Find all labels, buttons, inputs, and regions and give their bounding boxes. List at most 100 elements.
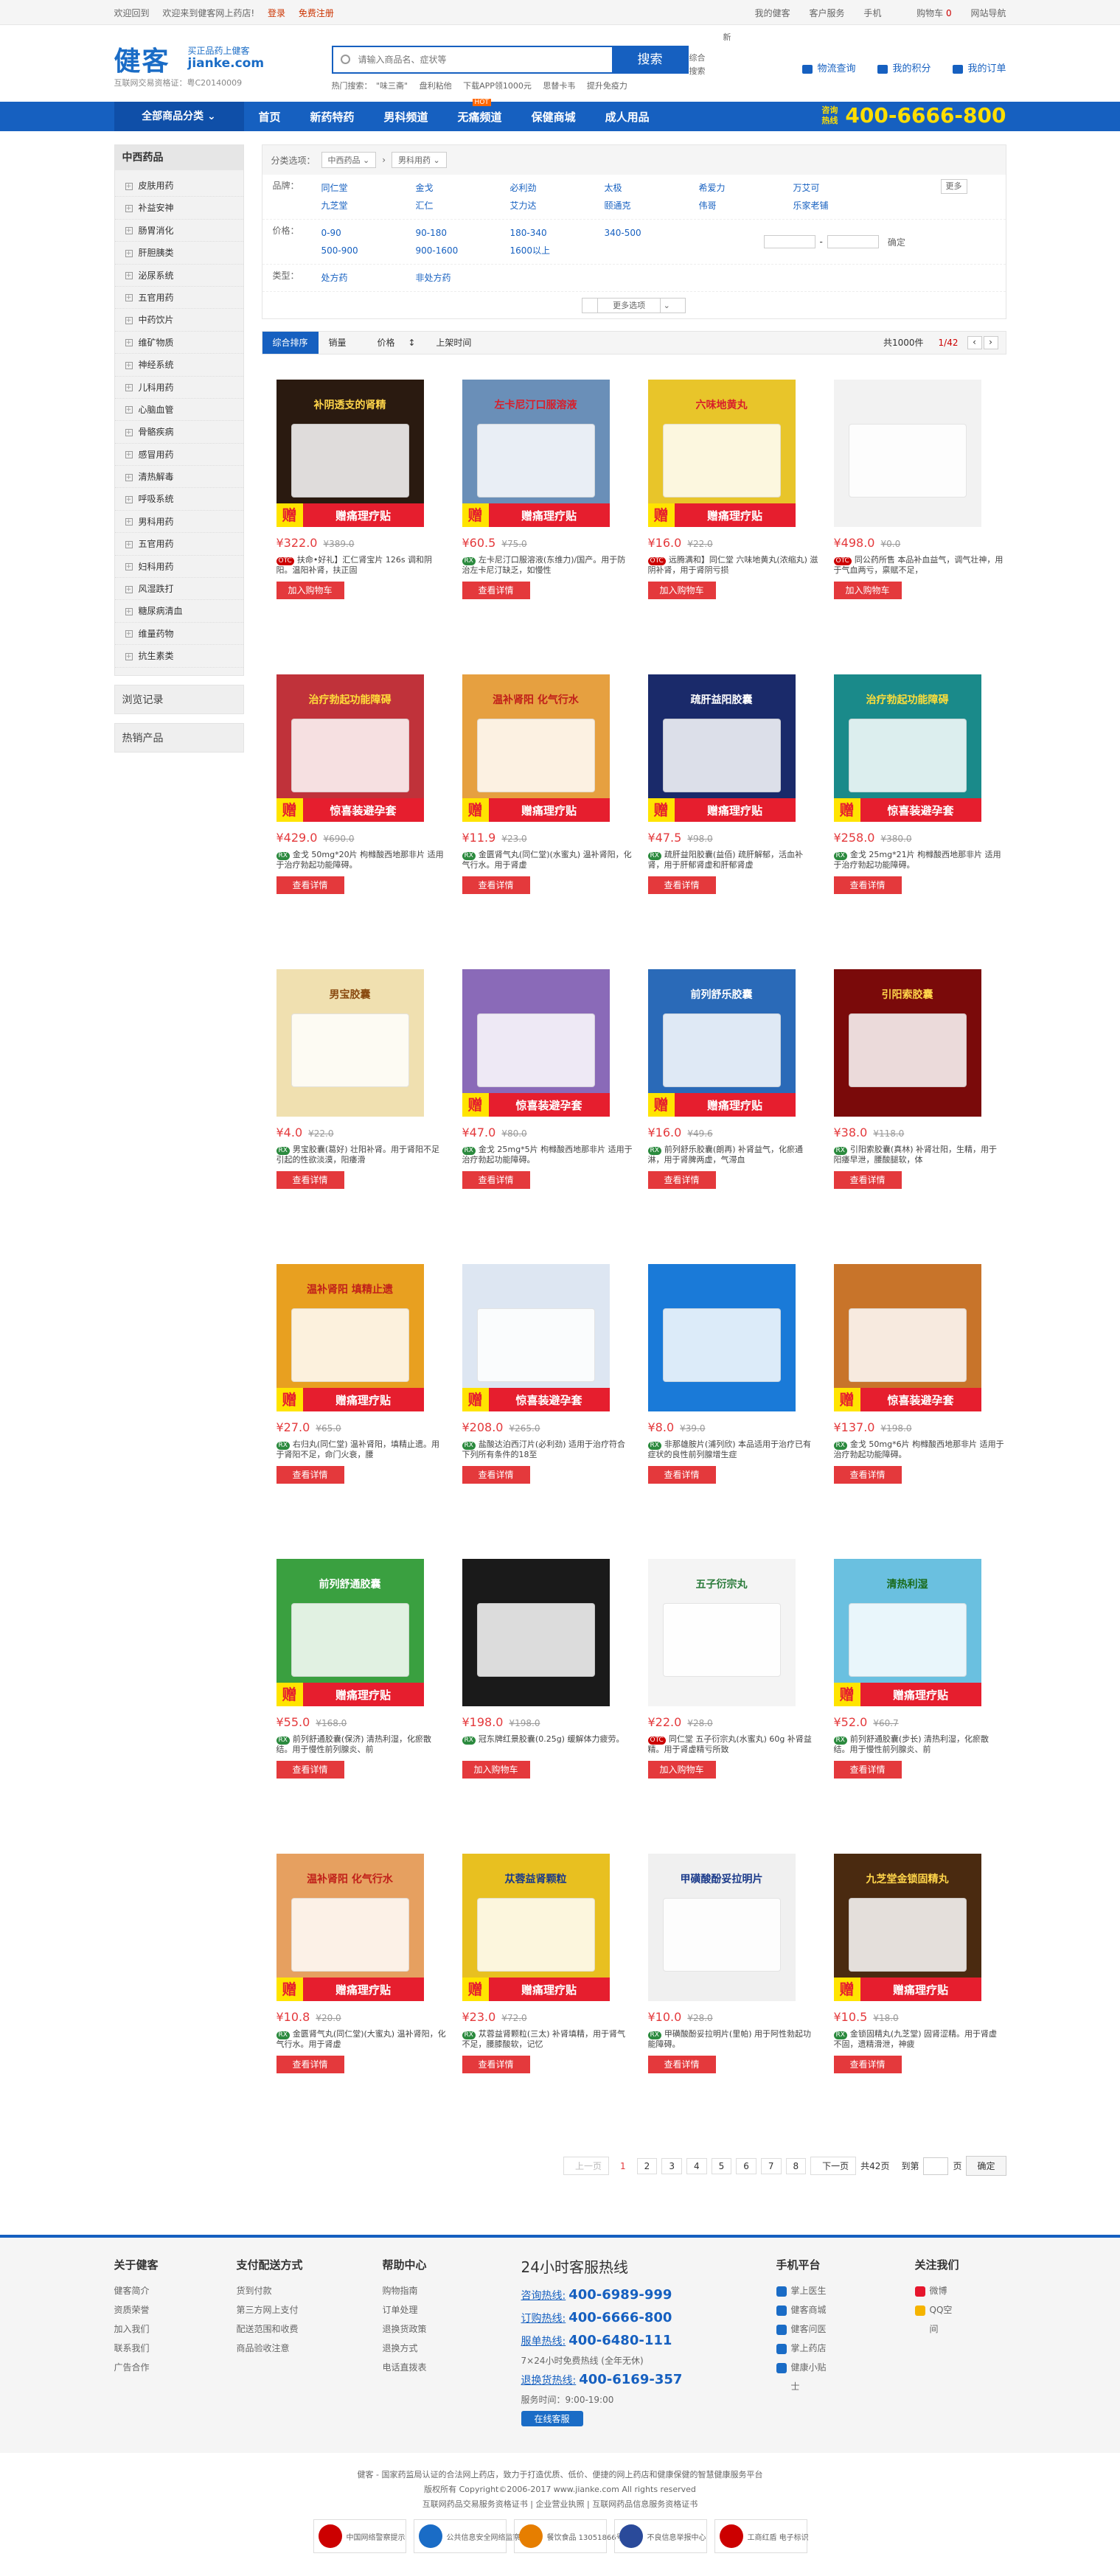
product-description[interactable]: RX 引阳索胶囊(真林) 补肾壮阳，生精，用于阳痿早泄，腰酸腿软，体 bbox=[833, 1145, 1005, 1165]
product-description[interactable]: RX 苁蓉益肾颗粒(三太) 补肾填精，用于肾气不足，腰膝酸软，记忆 bbox=[462, 2029, 633, 2050]
hot-search-item[interactable]: 下载APP领1000元 bbox=[463, 81, 532, 91]
product-description[interactable]: OTC 扶命•好礼】汇仁肾宝片 126s 调和阴阳。温阳补肾，扶正固 bbox=[276, 555, 448, 576]
product-action-button[interactable]: 加入购物车 bbox=[647, 582, 716, 599]
product-image[interactable]: 温补肾阳 填精止遗赠赠痛理疗贴 bbox=[276, 1264, 424, 1411]
footer-link[interactable]: 资质荣誉 bbox=[114, 2300, 159, 2320]
type-option[interactable]: 处方药 bbox=[321, 269, 416, 287]
sidebar-category-item[interactable]: + 补益安神 bbox=[114, 197, 243, 220]
footer-link[interactable]: 货到付款 bbox=[237, 2281, 303, 2300]
customer-service-link[interactable]: 客户服务 bbox=[809, 8, 844, 18]
pager-next[interactable]: 下一页 bbox=[810, 2157, 857, 2175]
product-image[interactable] bbox=[833, 380, 981, 527]
product-image[interactable]: 左卡尼汀口服溶液赠赠痛理疗贴 bbox=[462, 380, 610, 527]
sidebar-category-item[interactable]: + 儿科用药 bbox=[114, 377, 243, 399]
brand-option[interactable]: 希爱力 bbox=[699, 179, 793, 197]
product-description[interactable]: RX 金戈 25mg*5片 枸橼酸西地那非片 适用于治疗勃起功能障碍。 bbox=[462, 1145, 633, 1165]
product-image[interactable]: 男宝胶囊 bbox=[276, 969, 424, 1117]
register-link[interactable]: 免费注册 bbox=[299, 8, 334, 18]
product-description[interactable]: RX 前列舒通胶囊(保济) 清热利湿，化瘀散结。用于慢性前列腺炎、前 bbox=[276, 1734, 448, 1755]
product-action-button[interactable]: 查看详情 bbox=[833, 1466, 902, 1484]
price-option[interactable]: 90-180 bbox=[416, 224, 510, 242]
sidebar-category-item[interactable]: + 感冒用药 bbox=[114, 444, 243, 467]
type-option[interactable]: 非处方药 bbox=[416, 269, 510, 287]
product-description[interactable]: RX 男宝胶囊(葛好) 壮阳补肾。用于肾阳不足引起的性欲淡漠，阳痿滑 bbox=[276, 1145, 448, 1165]
product-action-button[interactable]: 查看详情 bbox=[833, 2056, 902, 2073]
sidebar-category-item[interactable]: + 男科用药 bbox=[114, 511, 243, 534]
product-description[interactable]: RX 疏肝益阳胶囊(益佰) 疏肝解郁，活血补肾，用于肝郁肾虚和肝郁肾虚 bbox=[647, 850, 819, 870]
price-option[interactable]: 1600以上 bbox=[510, 242, 605, 259]
footer-link[interactable]: 退换方式 bbox=[383, 2339, 427, 2358]
price-option[interactable]: 500-900 bbox=[321, 242, 416, 259]
sidebar-category-item[interactable]: + 呼吸系统 bbox=[114, 488, 243, 511]
product-image[interactable]: 九芝堂金锁固精丸赠赠痛理疗贴 bbox=[833, 1854, 981, 2001]
product-action-button[interactable]: 查看详情 bbox=[276, 1761, 344, 1779]
footer-link[interactable]: 订单处理 bbox=[383, 2300, 427, 2320]
nav-adult[interactable]: 成人用品 bbox=[591, 109, 664, 125]
sidebar-category-item[interactable]: + 风湿跌打 bbox=[114, 578, 243, 601]
sidebar-category-item[interactable]: + 肠胃消化 bbox=[114, 220, 243, 242]
product-description[interactable]: OTC 远腾满和】同仁堂 六味地黄丸(浓缩丸) 滋阴补肾，用于肾阴亏损 bbox=[647, 555, 819, 576]
sidebar-category-item[interactable]: + 维量药物 bbox=[114, 623, 243, 646]
product-image[interactable] bbox=[462, 1559, 610, 1706]
app-link[interactable]: 健客商城 bbox=[776, 2300, 827, 2320]
trust-badge[interactable]: 中国网络警察提示 bbox=[313, 2519, 406, 2553]
nav-new-drugs[interactable]: 新药特药 bbox=[296, 109, 369, 125]
pager-page[interactable]: 8 bbox=[785, 2157, 807, 2174]
brand-option[interactable]: 颐通克 bbox=[605, 197, 699, 214]
product-description[interactable]: OTC 同仁堂 五子衍宗丸(水蜜丸) 60g 补肾益精。用于肾虚精亏所致 bbox=[647, 1734, 819, 1755]
search-input[interactable] bbox=[331, 46, 612, 74]
price-option[interactable]: 180-340 bbox=[510, 224, 605, 242]
brand-option[interactable]: 金戈 bbox=[416, 179, 510, 197]
product-action-button[interactable]: 查看详情 bbox=[647, 2056, 716, 2073]
app-link[interactable]: 健客问医 bbox=[776, 2320, 827, 2339]
product-description[interactable]: RX 前列舒乐胶囊(朗再) 补肾益气，化瘀通淋，用于肾脾两虚，气滞血 bbox=[647, 1145, 819, 1165]
cart-link[interactable]: 购物车 0 bbox=[900, 8, 951, 18]
product-image[interactable]: 引阳索胶囊 bbox=[833, 969, 981, 1117]
footer-link[interactable]: 广告合作 bbox=[114, 2358, 159, 2377]
sidebar-category-item[interactable]: + 妇科用药 bbox=[114, 556, 243, 579]
app-link[interactable]: 健康小贴 bbox=[776, 2358, 827, 2377]
footer-link[interactable]: 电话直拨表 bbox=[383, 2358, 427, 2377]
product-action-button[interactable]: 查看详情 bbox=[462, 2056, 530, 2073]
sidebar-category-item[interactable]: + 神经系统 bbox=[114, 354, 243, 377]
product-description[interactable]: OTC 同公药所售 本品补血益气，调气壮神，用于气血两亏，禀赋不足， bbox=[833, 555, 1005, 576]
nav-painless[interactable]: HOT 无痛频道 bbox=[443, 98, 517, 125]
more-options-button[interactable]: 更多选项 ⌄ bbox=[582, 298, 686, 313]
hot-search-item[interactable]: 思替卡韦 bbox=[543, 81, 575, 91]
trust-badge[interactable]: 工商红盾 电子标识 bbox=[714, 2519, 809, 2553]
sort-price[interactable]: 价格 ↕ bbox=[357, 332, 426, 354]
price-max-input[interactable] bbox=[827, 235, 879, 248]
brand-option[interactable]: 同仁堂 bbox=[321, 179, 416, 197]
pager-page[interactable]: 2 bbox=[636, 2157, 658, 2174]
logistics-link[interactable]: 物流查询 bbox=[802, 60, 855, 74]
pager-page[interactable]: 5 bbox=[711, 2157, 732, 2174]
product-image[interactable]: 补阴透支的肾精赠赠痛理疗贴 bbox=[276, 380, 424, 527]
brand-option[interactable]: 汇仁 bbox=[416, 197, 510, 214]
product-action-button[interactable]: 查看详情 bbox=[462, 876, 530, 894]
trust-badge[interactable]: 餐饮食品 13051866号 bbox=[513, 2519, 624, 2553]
hot-products[interactable]: 热销产品 bbox=[114, 722, 244, 753]
price-min-input[interactable] bbox=[763, 235, 815, 248]
product-image[interactable]: 苁蓉益肾颗粒赠赠痛理疗贴 bbox=[462, 1854, 610, 2001]
sidebar-category-item[interactable]: + 心脑血管 bbox=[114, 399, 243, 422]
product-description[interactable]: RX 金戈 50mg*20片 枸橼酸西地那非片 适用于治疗勃起功能障碍。 bbox=[276, 850, 448, 870]
product-image[interactable]: 五子衍宗丸 bbox=[647, 1559, 796, 1706]
nav-men[interactable]: 男科频道 bbox=[369, 109, 443, 125]
product-description[interactable]: RX 金匮肾气丸(同仁堂)(水蜜丸) 温补肾阳，化气行水。用于肾虚 bbox=[462, 850, 633, 870]
footer-link[interactable]: 配送范围和收费 bbox=[237, 2320, 303, 2339]
sort-sales[interactable]: 销量 bbox=[319, 332, 357, 354]
pager-input[interactable] bbox=[923, 2157, 949, 2175]
product-image[interactable]: 温补肾阳 化气行水赠赠痛理疗贴 bbox=[462, 674, 610, 822]
app-link[interactable]: 掌上药店 bbox=[776, 2339, 827, 2358]
sidebar-category-item[interactable]: + 五官用药 bbox=[114, 287, 243, 310]
product-description[interactable]: RX 金戈 25mg*21片 枸橼酸西地那非片 适用于治疗勃起功能障碍。 bbox=[833, 850, 1005, 870]
product-image[interactable]: 疏肝益阳胶囊赠赠痛理疗贴 bbox=[647, 674, 796, 822]
product-action-button[interactable]: 查看详情 bbox=[462, 1171, 530, 1189]
search-mode[interactable]: 综合 搜索 bbox=[689, 52, 706, 78]
product-description[interactable]: RX 右归丸(同仁堂) 温补肾阳，填精止遗。用于肾阳不足，命门火衰，腰 bbox=[276, 1439, 448, 1460]
sidebar-category-item[interactable]: + 清热解毒 bbox=[114, 466, 243, 489]
next-page-icon[interactable]: › bbox=[983, 336, 998, 349]
points-link[interactable]: 我的积分 bbox=[877, 60, 931, 74]
price-option[interactable]: 340-500 bbox=[605, 224, 699, 242]
trust-badge[interactable]: 不良信息举报中心 bbox=[613, 2519, 707, 2553]
